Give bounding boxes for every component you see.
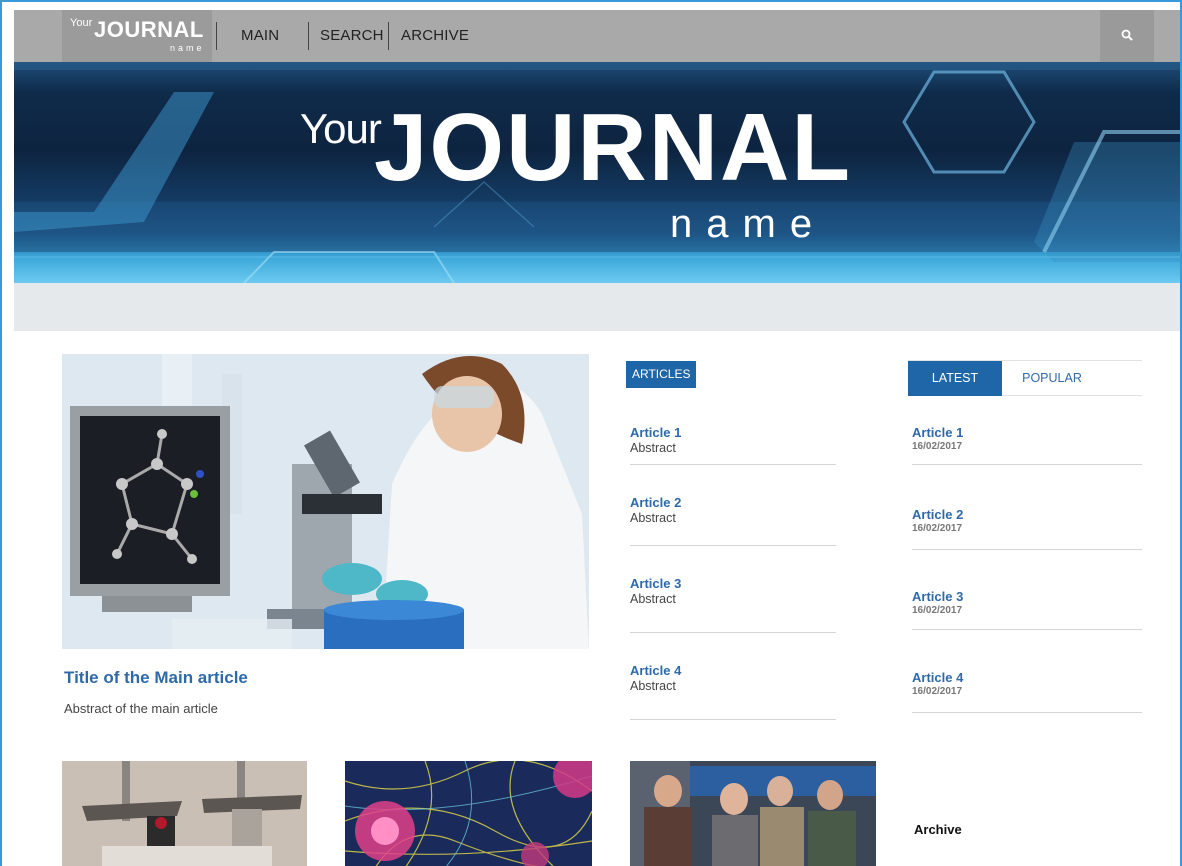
latest-date: 16/02/2017 (912, 686, 963, 697)
thumbnail-lab-apparatus[interactable] (62, 761, 307, 866)
group-photo-image (630, 761, 876, 866)
main-article-abstract: Abstract of the main article (64, 701, 218, 716)
divider (912, 549, 1142, 550)
article-abstract: Abstract (630, 592, 676, 606)
thumbnail-group-photo[interactable] (630, 761, 876, 866)
article-item[interactable]: Article 4 Abstract (630, 663, 836, 693)
search-icon (1121, 29, 1133, 41)
main-article-title[interactable]: Title of the Main article (64, 668, 248, 688)
articles-tag: ARTICLES (626, 361, 697, 388)
nav-link-search[interactable]: SEARCH (320, 27, 384, 44)
banner-journal: JOURNAL (374, 94, 853, 201)
nav-divider (388, 22, 389, 50)
article-title[interactable]: Article 3 (630, 576, 836, 591)
archive-heading[interactable]: Archive (914, 822, 962, 837)
latest-item[interactable]: Article 4 16/02/2017 (912, 670, 1142, 697)
latest-title[interactable]: Article 3 (912, 589, 1142, 604)
main-article-image[interactable] (62, 354, 589, 649)
article-item[interactable]: Article 3 Abstract (630, 576, 836, 606)
divider (630, 464, 836, 465)
latest-item[interactable]: Article 2 16/02/2017 (912, 507, 1142, 534)
banner-name: name (670, 202, 827, 246)
banner-your: Your (300, 105, 382, 152)
latest-title[interactable]: Article 1 (912, 425, 1142, 440)
divider (630, 545, 836, 546)
page-frame: Your JOURNAL name MAIN SEARCH ARCHIVE Yo… (0, 0, 1182, 866)
divider (912, 712, 1142, 713)
divider (630, 719, 836, 720)
spacer-band (14, 283, 1180, 331)
article-title[interactable]: Article 2 (630, 495, 836, 510)
latest-item[interactable]: Article 1 16/02/2017 (912, 425, 1142, 452)
divider (912, 464, 1142, 465)
article-abstract: Abstract (630, 511, 676, 525)
latest-date: 16/02/2017 (912, 441, 963, 452)
thumbnail-cells[interactable] (345, 761, 592, 866)
logo-name: name (170, 43, 205, 53)
article-title[interactable]: Article 1 (630, 425, 836, 440)
divider (912, 629, 1142, 630)
article-item[interactable]: Article 2 Abstract (630, 495, 836, 525)
article-abstract: Abstract (630, 441, 676, 455)
logo-journal: JOURNAL (94, 17, 204, 42)
latest-date: 16/02/2017 (912, 605, 963, 616)
latest-title[interactable]: Article 2 (912, 507, 1142, 522)
nav-link-archive[interactable]: ARCHIVE (401, 27, 469, 44)
tab-latest[interactable]: LATEST (908, 361, 1002, 396)
lab-apparatus-image (62, 761, 307, 866)
divider (630, 632, 836, 633)
article-abstract: Abstract (630, 679, 676, 693)
scientist-microscope-image (62, 354, 589, 649)
search-button[interactable] (1100, 10, 1154, 62)
tab-popular[interactable]: POPULAR (1002, 361, 1102, 396)
latest-title[interactable]: Article 4 (912, 670, 1142, 685)
nav-divider (308, 22, 309, 50)
latest-item[interactable]: Article 3 16/02/2017 (912, 589, 1142, 616)
nav-link-main[interactable]: MAIN (241, 27, 279, 44)
cells-microscopy-image (345, 761, 592, 866)
site-logo[interactable]: Your JOURNAL name (62, 10, 212, 62)
top-nav: Your JOURNAL name MAIN SEARCH ARCHIVE (14, 10, 1180, 62)
tabs-border (1002, 395, 1142, 396)
logo-your: Your (70, 17, 93, 29)
hero-banner: Your JOURNAL name (14, 62, 1180, 283)
article-item[interactable]: Article 1 Abstract (630, 425, 836, 455)
nav-divider (216, 22, 217, 50)
latest-date: 16/02/2017 (912, 523, 963, 534)
article-title[interactable]: Article 4 (630, 663, 836, 678)
